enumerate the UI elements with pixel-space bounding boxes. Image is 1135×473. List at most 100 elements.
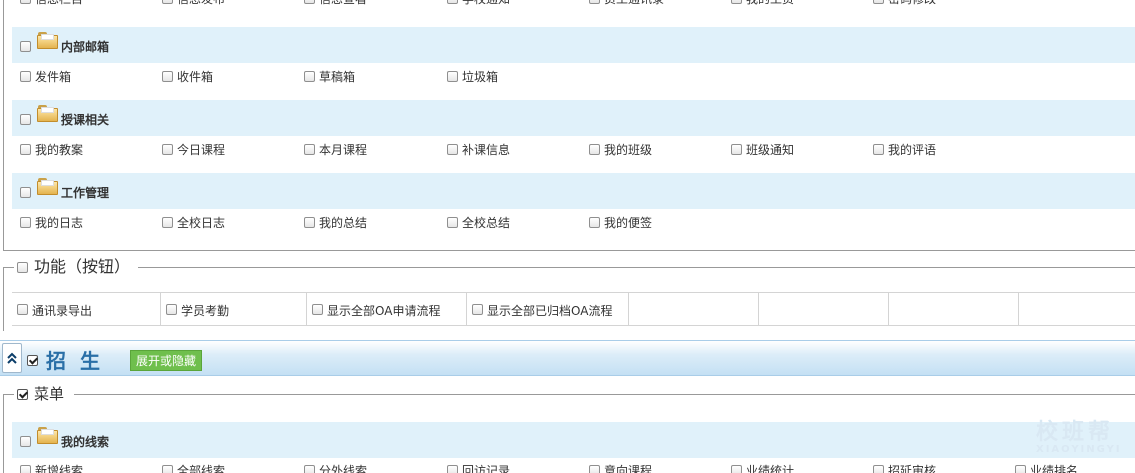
functions-checkbox[interactable]: [17, 262, 28, 273]
permission-checkbox[interactable]: [589, 465, 600, 473]
function-checkbox[interactable]: [17, 304, 28, 315]
group-title: 内部邮箱: [61, 40, 110, 54]
permission-checkbox[interactable]: [20, 144, 31, 155]
permission-checkbox[interactable]: [731, 465, 742, 473]
permission-checkbox[interactable]: [20, 465, 31, 473]
permission-checkbox[interactable]: [162, 0, 173, 4]
permission-label: 我的日志: [35, 216, 84, 230]
permission-label: 我的工资: [746, 0, 794, 7]
function-label: 学员考勤: [181, 304, 230, 318]
menu-fieldset-left-border: [3, 394, 4, 473]
permission-label: 全校总结: [462, 216, 511, 230]
permission-label: 我的教案: [35, 143, 84, 157]
function-label: 显示全部已归档OA流程: [487, 304, 613, 318]
folder-icon: [37, 105, 58, 123]
permission-label: 业绩统计: [746, 464, 795, 473]
group-checkbox[interactable]: [20, 41, 31, 52]
function-cell[interactable]: 显示全部已归档OA流程: [467, 293, 629, 326]
folder-icon: [37, 178, 58, 196]
permission-label: 信息发布: [177, 0, 225, 7]
menu-fieldset-border: [3, 0, 4, 251]
permission-label: 本月课程: [319, 143, 368, 157]
permission-checkbox[interactable]: [731, 0, 742, 4]
permission-checkbox[interactable]: [162, 71, 173, 82]
permission-checkbox[interactable]: [20, 217, 31, 228]
group-checkbox[interactable]: [20, 436, 31, 447]
permission-checkbox[interactable]: [873, 465, 884, 473]
permission-checkbox[interactable]: [20, 71, 31, 82]
permission-checkbox[interactable]: [731, 144, 742, 155]
double-chevron-up-icon[interactable]: [2, 343, 22, 373]
permission-checkbox[interactable]: [304, 144, 315, 155]
menu-checkbox[interactable]: [17, 389, 28, 400]
function-checkbox[interactable]: [472, 304, 483, 315]
permission-label: 收件箱: [177, 70, 214, 84]
group-checkbox[interactable]: [20, 114, 31, 125]
function-cell[interactable]: 通讯录导出: [12, 293, 161, 326]
function-cell-empty: [759, 293, 889, 326]
folder-icon: [37, 427, 58, 445]
watermark-line2: XIAOYINGYI: [1036, 444, 1122, 455]
permission-checkbox[interactable]: [447, 465, 458, 473]
fieldset-bottom-border: [3, 250, 1135, 251]
permission-checkbox[interactable]: [447, 144, 458, 155]
permission-label: 信息查看: [319, 0, 367, 7]
permission-label: 学校通知: [462, 0, 510, 7]
menu-legend-label: 菜单: [34, 385, 65, 403]
group-header-mailbox: 内部邮箱: [12, 27, 1135, 63]
permission-label: 我的评语: [888, 143, 937, 157]
permission-checkbox[interactable]: [589, 0, 600, 4]
functions-fieldset-left-border: [3, 267, 4, 331]
permission-label: 回访记录: [462, 464, 511, 473]
permission-checkbox[interactable]: [304, 217, 315, 228]
permission-checkbox[interactable]: [162, 465, 173, 473]
function-cell-empty: [629, 293, 759, 326]
permission-checkbox[interactable]: [304, 0, 315, 4]
watermark-logo: 校班帮 XIAOYINGYI: [1036, 414, 1122, 455]
permission-checkbox[interactable]: [304, 71, 315, 82]
permission-checkbox[interactable]: [20, 0, 31, 4]
folder-icon: [37, 32, 58, 50]
function-cell-empty: [1019, 293, 1135, 326]
permission-label: 今日课程: [177, 143, 226, 157]
permission-label: 我的便签: [604, 216, 653, 230]
permission-label: 全校日志: [177, 216, 226, 230]
permission-label: 全部线索: [177, 464, 226, 473]
permission-checkbox[interactable]: [873, 0, 884, 4]
permission-checkbox[interactable]: [447, 217, 458, 228]
permission-checkbox[interactable]: [162, 217, 173, 228]
permission-label: 补课信息: [462, 143, 511, 157]
functions-legend-label: 功能（按钮）: [34, 257, 131, 276]
function-checkbox[interactable]: [166, 304, 177, 315]
permission-checkbox[interactable]: [304, 465, 315, 473]
functions-fieldset-border: [3, 267, 1135, 268]
permission-label: 信息栏目: [35, 0, 83, 7]
module-title: 招生: [46, 349, 114, 373]
permission-label: 密码修改: [888, 0, 936, 7]
permission-label: 垃圾箱: [462, 70, 499, 84]
permission-checkbox[interactable]: [589, 144, 600, 155]
permission-checkbox[interactable]: [447, 71, 458, 82]
module-checkbox[interactable]: [27, 355, 38, 366]
function-buttons-row: 通讯录导出 学员考勤 显示全部OA申请流程 显示全部已归档OA流程: [12, 292, 1135, 326]
function-cell[interactable]: 学员考勤: [161, 293, 307, 326]
permission-label: 我的总结: [319, 216, 368, 230]
group-header-teaching: 授课相关: [12, 100, 1135, 136]
permission-checkbox[interactable]: [447, 0, 458, 4]
function-checkbox[interactable]: [312, 304, 323, 315]
group-header-leads: 我的线索: [12, 422, 1135, 458]
permission-label: 草稿箱: [319, 70, 356, 84]
function-label: 通讯录导出: [32, 304, 93, 318]
permission-label: 员工通讯录: [604, 0, 664, 7]
function-cell[interactable]: 显示全部OA申请流程: [307, 293, 467, 326]
permission-label: 新增线索: [35, 464, 84, 473]
permission-checkbox[interactable]: [589, 217, 600, 228]
permission-label: 业绩排名: [1030, 464, 1079, 473]
expand-collapse-button[interactable]: 展开或隐藏: [130, 350, 203, 371]
permission-checkbox[interactable]: [162, 144, 173, 155]
permission-label: 班级通知: [746, 143, 795, 157]
permission-label: 意向课程: [604, 464, 653, 473]
permission-checkbox[interactable]: [873, 144, 884, 155]
group-checkbox[interactable]: [20, 187, 31, 198]
permission-checkbox[interactable]: [1015, 465, 1026, 473]
